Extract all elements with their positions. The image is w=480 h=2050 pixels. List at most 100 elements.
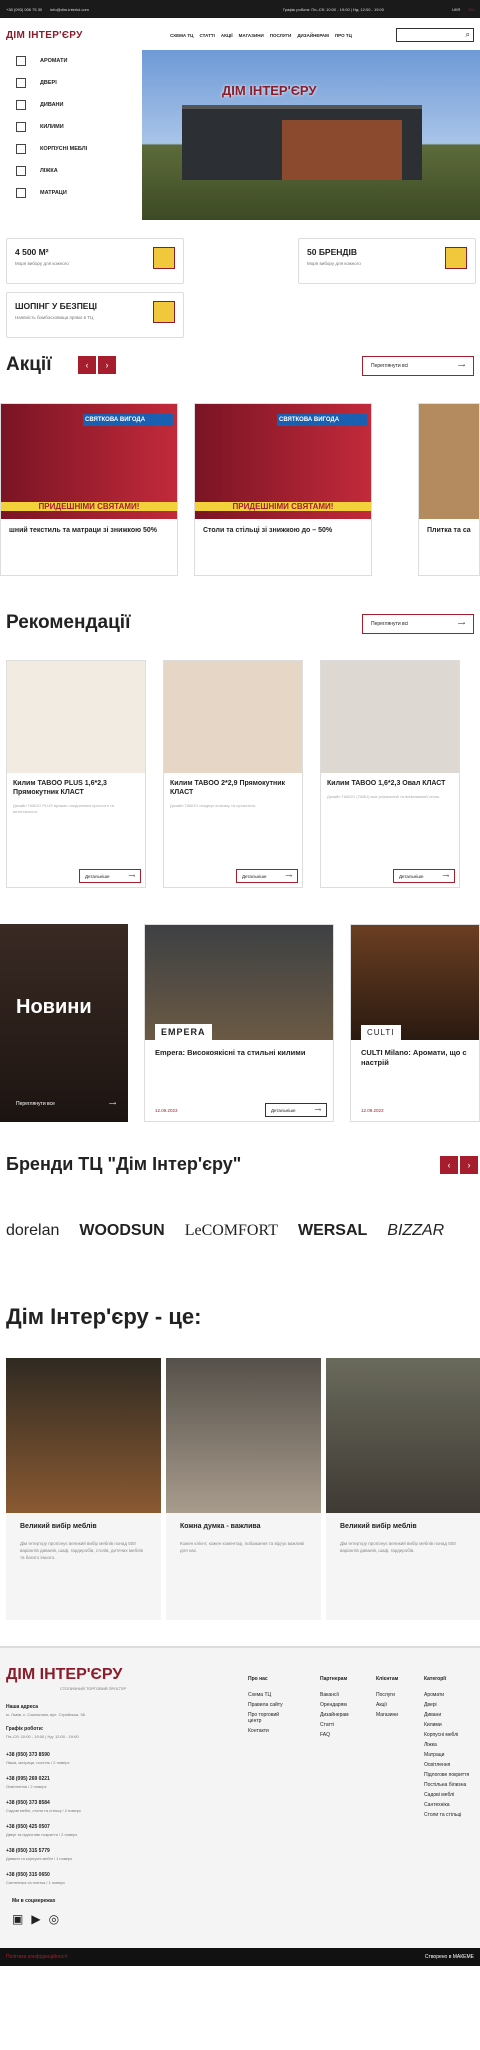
search-input[interactable]: ⌕ [396, 28, 474, 42]
prev-arrow-icon[interactable]: ‹ [78, 356, 96, 374]
phone[interactable]: +38 (050) 373 8584 [6, 1800, 50, 1806]
category-icon [16, 100, 26, 110]
footer-link[interactable]: Магазини [376, 1712, 398, 1718]
footer-link[interactable]: Правила сайту [248, 1702, 288, 1708]
advantage-image [326, 1358, 480, 1513]
building-facade [282, 120, 402, 180]
phone[interactable]: +38 (050) 315 0650 [6, 1872, 50, 1878]
nav-item[interactable]: ПОСЛУГИ [270, 33, 292, 38]
product-card[interactable]: Килим TABOO 1,6*2,3 Овал КЛАСТ Дизайн TA… [320, 660, 460, 888]
category-item[interactable]: ДИВАНИ [6, 94, 142, 116]
prev-arrow-icon[interactable]: ‹ [440, 1156, 458, 1174]
footer-link[interactable]: Ліжка [424, 1742, 478, 1748]
youtube-icon[interactable]: ▶ [31, 1912, 40, 1926]
nav-item[interactable]: МАГАЗИНИ [239, 33, 264, 38]
footer-link[interactable]: Столи та стільці [424, 1812, 478, 1818]
category-item[interactable]: МАТРАЦИ [6, 182, 142, 204]
facebook-icon[interactable]: ▣ [12, 1912, 23, 1926]
nav-item[interactable]: ДИЗАЙНЕРАМ [297, 33, 329, 38]
news-card[interactable]: EMPERA Empera: Високоякісні та стильні к… [144, 924, 334, 1122]
phone[interactable]: +38 (050) 425 0507 [6, 1824, 50, 1830]
footer-logo[interactable]: ДІМ ІНТЕР'ЄРУ [6, 1666, 122, 1684]
footer-link[interactable]: Про торговий центр [248, 1712, 288, 1724]
category-icon [16, 144, 26, 154]
details-button[interactable]: Детальніше ⟶ [393, 869, 455, 883]
instagram-icon[interactable]: ◎ [49, 1912, 59, 1926]
footer-link[interactable]: Вакансії [320, 1692, 349, 1698]
logo[interactable]: ДІМ ІНТЕР'ЄРУ [6, 30, 126, 41]
brand-logo[interactable]: LeCOMFORT [185, 1222, 278, 1240]
next-arrow-icon[interactable]: › [98, 356, 116, 374]
privacy-link[interactable]: Політика конфіденційності [6, 1954, 68, 1960]
advantage-image [6, 1358, 161, 1513]
footer-link[interactable]: Дивани [424, 1712, 478, 1718]
brand-logo[interactable]: dorelan [6, 1222, 59, 1240]
shopping-icon [153, 301, 175, 323]
nav-item[interactable]: ПРО ТЦ [335, 33, 352, 38]
footer-tagline: СТОЛИЧНИЙ ТОРГОВИЙ ПРОСТІР [60, 1686, 127, 1691]
promos-see-all-button[interactable]: Переглянути всі ⟶ [362, 356, 474, 376]
lang-en[interactable]: EN [468, 7, 474, 12]
category-icon [16, 188, 26, 198]
footer-link[interactable]: Статті [320, 1722, 349, 1728]
promo-title: шний текстиль та матраци зі знижкою 50% [9, 527, 158, 534]
header: ДІМ ІНТЕР'ЄРУ СХЕМА ТЦ СТАТТІ АКЦІЇ МАГА… [0, 18, 480, 52]
news-hero: Новини Переглянути все ⟶ [0, 924, 128, 1122]
brand-logo[interactable]: WERSAL [298, 1222, 367, 1240]
footer-link[interactable]: Килими [424, 1722, 478, 1728]
nav-item[interactable]: СХЕМА ТЦ [170, 33, 193, 38]
promo-title: Столи та стільці зі знижкою до – 50% [203, 527, 333, 534]
footer-link[interactable]: Постільна білизна [424, 1782, 478, 1788]
footer-link[interactable]: Орендарям [320, 1702, 349, 1708]
news-card[interactable]: CULTI CULTI Milano: Аромати, що с настрі… [350, 924, 480, 1122]
top-email[interactable]: info@dim-interiui.com [50, 7, 89, 12]
category-item[interactable]: КОРПУСНІ МЕБЛІ [6, 138, 142, 160]
phone[interactable]: +38 (095) 269 0221 [6, 1776, 50, 1782]
search-icon[interactable]: ⌕ [466, 30, 470, 40]
footer-link[interactable]: Аромати [424, 1692, 478, 1698]
details-button[interactable]: Детальніше ⟶ [79, 869, 141, 883]
footer-link[interactable]: Садові меблі [424, 1792, 478, 1798]
nav-item[interactable]: СТАТТІ [199, 33, 214, 38]
footer-link[interactable]: Сантехніка [424, 1802, 478, 1808]
brands-title: Бренди ТЦ "Дім Інтер'єру" [6, 1154, 242, 1174]
footer-link[interactable]: Корпусні меблі [424, 1732, 478, 1738]
footer-link[interactable]: Освітлення [424, 1762, 478, 1768]
news-see-all-button[interactable]: Переглянути все ⟶ [16, 1096, 116, 1112]
footer-link[interactable]: Контакти [248, 1728, 288, 1734]
address: м. Львів, с. Сокільники, вул. Стрийська,… [6, 1712, 85, 1717]
category-item[interactable]: КИЛИМИ [6, 116, 142, 138]
category-item[interactable]: ДВЕРІ [6, 72, 142, 94]
social-label: Ми в соцмережах [12, 1898, 56, 1904]
footer-link[interactable]: Схема ТЦ [248, 1692, 288, 1698]
footer-link[interactable]: Послуги [376, 1692, 398, 1698]
phone[interactable]: +38 (050) 373 8590 [6, 1752, 50, 1758]
brand-logo[interactable]: BIZZAR [387, 1222, 444, 1240]
details-button[interactable]: Детальніше ⟶ [265, 1103, 327, 1117]
promo-card[interactable]: Плитка та са [418, 403, 480, 576]
phone[interactable]: +38 (050) 315 5779 [6, 1848, 50, 1854]
product-image [164, 661, 302, 773]
nav-item[interactable]: АКЦІЇ [221, 33, 233, 38]
footer-link[interactable]: Підлогове покриття [424, 1772, 478, 1778]
footer-link[interactable]: Двері [424, 1702, 478, 1708]
footer-link[interactable]: Дизайнерам [320, 1712, 349, 1718]
footer: ДІМ ІНТЕР'ЄРУ СТОЛИЧНИЙ ТОРГОВИЙ ПРОСТІР… [0, 1646, 480, 1948]
details-button[interactable]: Детальніше ⟶ [236, 869, 298, 883]
arrow-right-icon: ⟶ [442, 873, 449, 878]
product-card[interactable]: Килим TABOO 2*2,9 Прямокутник КЛАСТ Диза… [163, 660, 303, 888]
footer-link[interactable]: Акції [376, 1702, 398, 1708]
promo-card[interactable]: СВЯТКОВА ВИГОДА ПРИДЕШНІМИ СВЯТАМИ! Стол… [194, 403, 372, 576]
category-item[interactable]: АРОМАТИ [6, 50, 142, 72]
footer-link[interactable]: FAQ [320, 1732, 349, 1738]
category-item[interactable]: ЛІЖКА [6, 160, 142, 182]
lang-ua[interactable]: UKR [452, 7, 460, 12]
footer-link[interactable]: Матраци [424, 1752, 478, 1758]
next-arrow-icon[interactable]: › [460, 1156, 478, 1174]
recommend-see-all-button[interactable]: Переглянути всі ⟶ [362, 614, 474, 634]
product-card[interactable]: Килим TABOO PLUS 1,6*2,3 Прямокутник КЛА… [6, 660, 146, 888]
promo-card[interactable]: СВЯТКОВА ВИГОДА ПРИДЕШНІМИ СВЯТАМИ! шний… [0, 403, 178, 576]
created-by[interactable]: Створено в МАКЕМЕ [425, 1954, 474, 1960]
brand-logo[interactable]: WOODSUN [79, 1222, 164, 1240]
top-phone[interactable]: +38 (093) 006 75 30 [6, 7, 42, 12]
